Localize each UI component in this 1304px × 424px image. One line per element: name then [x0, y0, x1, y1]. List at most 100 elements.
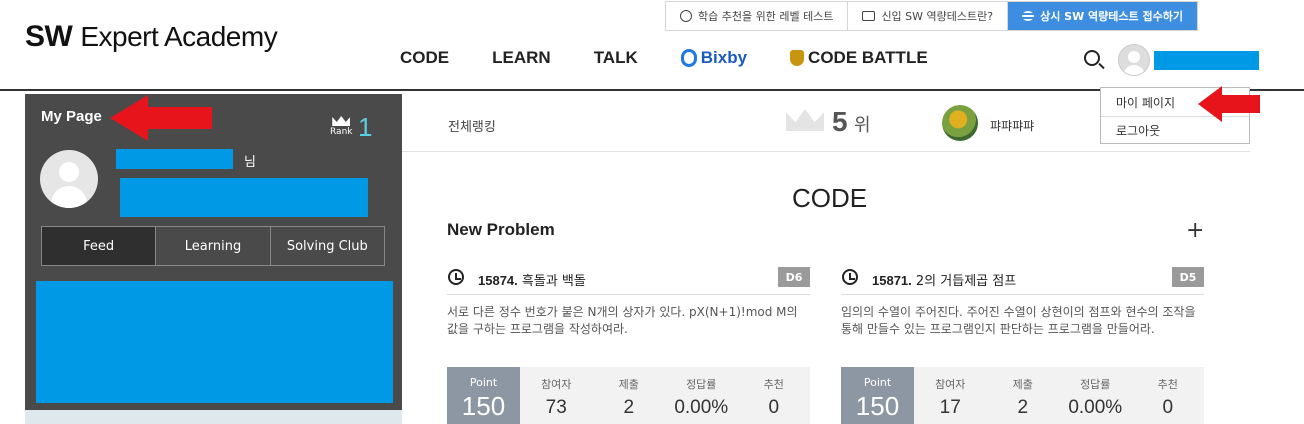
stat-accuracy: 정답률 0.00% — [665, 367, 738, 424]
problem-stats: Point 150 참여자 17 제출 2 정답률 0.00% 추천 0 — [841, 367, 1204, 424]
stat-participants: 참여자 73 — [520, 367, 593, 424]
level-test-link[interactable]: 학습 추천을 위한 레벨 테스트 — [666, 2, 849, 30]
rank-number: 1 — [358, 112, 373, 142]
tab-feed[interactable]: Feed — [42, 227, 157, 265]
clock-icon — [842, 269, 858, 285]
stat-recommend: 추천 0 — [738, 367, 811, 424]
problem-card-header: 15874. 흑돌과 백돌 D6 — [447, 262, 810, 295]
problem-name: 흑돌과 백돌 — [521, 274, 586, 289]
stat-value: 17 — [939, 397, 961, 418]
point-box: Point 150 — [447, 367, 520, 424]
search-icon[interactable] — [1084, 50, 1100, 66]
stat-value: 2 — [1017, 397, 1029, 418]
sw-test-apply-label: 상시 SW 역량테스트 접수하기 — [1040, 10, 1183, 23]
annotation-arrow-right — [1198, 86, 1260, 122]
problem-id: 15874. — [478, 273, 518, 288]
difficulty-badge: D5 — [1172, 267, 1204, 287]
mypage-tabs: Feed Learning Solving Club — [41, 226, 385, 266]
code-section-title: CODE — [792, 183, 868, 213]
stat-label: 제출 — [618, 378, 639, 391]
nav-code-battle[interactable]: CODE BATTLE — [790, 48, 928, 68]
tab-learning[interactable]: Learning — [156, 227, 271, 265]
logo-sw: SW — [25, 20, 73, 53]
redacted-feed-content — [36, 281, 393, 403]
crown-icon — [786, 109, 824, 131]
ranked-user-avatar[interactable] — [942, 105, 978, 141]
ranking-suffix: 위 — [854, 115, 871, 136]
nav-learn[interactable]: LEARN — [492, 48, 551, 68]
sw-test-apply-button[interactable]: 상시 SW 역량테스트 접수하기 — [1008, 2, 1197, 30]
crown-icon — [332, 116, 351, 126]
stat-label: 정답률 — [686, 378, 717, 391]
point-label: Point — [863, 376, 892, 389]
nav-bixby-label: Bixby — [700, 48, 748, 67]
ranked-user-name[interactable]: 퍄퍄퍄퍄 — [990, 117, 1034, 134]
stat-accuracy: 정답률 0.00% — [1059, 367, 1132, 424]
overall-ranking-label: 전체랭킹 — [448, 120, 496, 135]
stat-value: 0 — [1162, 397, 1174, 418]
stat-value: 0.00% — [1068, 397, 1123, 418]
problem-description: 서로 다른 정수 번호가 붙은 N개의 상자가 있다. pX(N+1)!mod … — [447, 305, 798, 336]
point-label: Point — [469, 376, 498, 389]
nav-code-battle-label: CODE BATTLE — [808, 48, 928, 67]
point-box: Point 150 — [841, 367, 914, 424]
stat-label: 참여자 — [935, 378, 966, 391]
problem-card-header: 15871. 2의 거듭제곱 점프 D5 — [841, 262, 1204, 295]
point-value: 150 — [461, 391, 506, 421]
main-nav: CODE LEARN TALK Bixby CODE BATTLE — [400, 48, 971, 68]
stat-recommend: 추천 0 — [1132, 367, 1205, 424]
ranking-position: 5 — [832, 106, 848, 137]
list-icon — [1022, 11, 1035, 21]
stat-submissions: 제출 2 — [987, 367, 1060, 424]
problem-card[interactable]: 15871. 2의 거듭제곱 점프 D5 임의의 수열이 주어진다. 주어진 수… — [841, 262, 1204, 424]
profile-avatar[interactable] — [40, 150, 98, 208]
annotation-arrow-left — [110, 95, 212, 141]
stat-label: 추천 — [763, 378, 784, 391]
redacted-profile-info — [120, 178, 368, 217]
stat-label: 제출 — [1012, 378, 1033, 391]
sw-test-info-link[interactable]: 신입 SW 역량테스트란? — [848, 2, 1009, 30]
problem-id: 15871. — [872, 273, 912, 288]
stat-label: 정답률 — [1080, 378, 1111, 391]
problem-card[interactable]: 15874. 흑돌과 백돌 D6 서로 다른 정수 번호가 붙은 N개의 상자가… — [447, 262, 810, 424]
mypage-title[interactable]: My Page — [41, 108, 102, 125]
nav-code[interactable]: CODE — [400, 48, 449, 68]
trophy-icon — [790, 50, 805, 66]
rank-badge: Rank — [330, 116, 353, 137]
new-problem-title: New Problem — [447, 220, 555, 239]
logo-text: Expert Academy — [80, 21, 278, 52]
problem-description: 임의의 수열이 주어진다. 주어진 수열이 상현이의 점프와 현수의 조작을 통… — [841, 305, 1196, 336]
nav-bixby[interactable]: Bixby — [680, 48, 748, 68]
honorific-label: 님 — [244, 155, 256, 170]
mypage-panel: My Page Rank 1 님 Feed Learning Solving C… — [25, 94, 402, 424]
clock-icon — [448, 269, 464, 285]
problem-title[interactable]: 15871. 2의 거듭제곱 점프 — [872, 270, 1016, 289]
stat-value: 2 — [623, 397, 635, 418]
level-test-label: 학습 추천을 위한 레벨 테스트 — [698, 10, 834, 23]
check-circle-icon — [680, 10, 692, 22]
bixby-icon — [680, 49, 697, 67]
sw-test-info-label: 신입 SW 역량테스트란? — [881, 10, 994, 23]
rank-label: Rank — [330, 127, 353, 137]
more-plus-button[interactable]: + — [1186, 218, 1204, 243]
tab-solving-club[interactable]: Solving Club — [271, 227, 384, 265]
page: SW Expert Academy 학습 추천을 위한 레벨 테스트 신입 SW … — [0, 0, 1304, 424]
point-value: 150 — [855, 391, 900, 421]
redacted-name — [116, 149, 233, 169]
stat-value: 0 — [768, 397, 780, 418]
top-links-bar: 학습 추천을 위한 레벨 테스트 신입 SW 역량테스트란? 상시 SW 역량테… — [665, 1, 1198, 31]
problem-title[interactable]: 15874. 흑돌과 백돌 — [478, 270, 586, 289]
problem-stats: Point 150 참여자 73 제출 2 정답률 0.00% 추천 0 — [447, 367, 810, 424]
stat-value: 0.00% — [674, 397, 729, 418]
stat-label: 참여자 — [541, 378, 572, 391]
difficulty-badge: D6 — [778, 267, 810, 287]
problem-name: 2의 거듭제곱 점프 — [915, 274, 1017, 289]
site-logo[interactable]: SW Expert Academy — [25, 20, 278, 54]
stat-submissions: 제출 2 — [593, 367, 666, 424]
nav-talk[interactable]: TALK — [594, 48, 638, 68]
monitor-icon — [862, 11, 876, 21]
stat-label: 추천 — [1157, 378, 1178, 391]
stat-value: 73 — [545, 397, 567, 418]
user-avatar[interactable] — [1118, 44, 1150, 76]
stat-participants: 참여자 17 — [914, 367, 987, 424]
